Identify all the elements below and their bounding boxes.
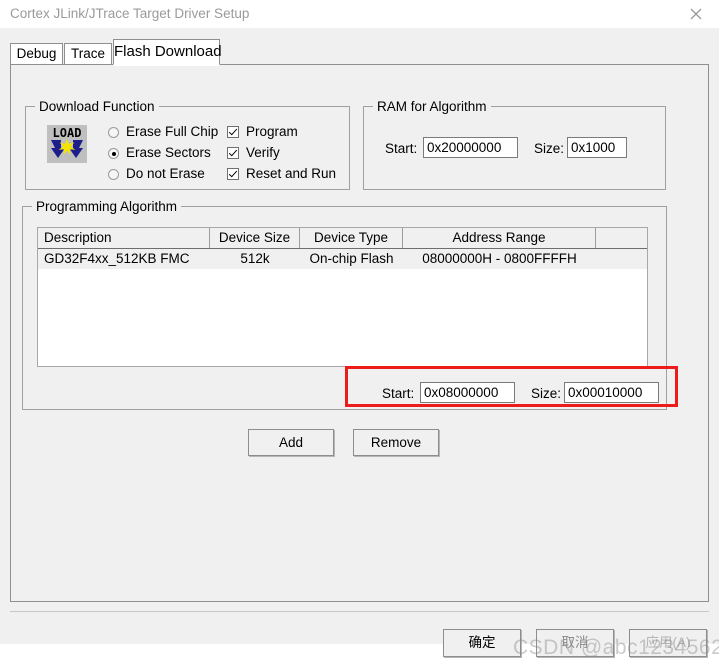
column-header-device-type[interactable]: Device Type [300,228,403,248]
checkbox-label-reset-and-run: Reset and Run [246,166,337,181]
cell-address-range: 08000000H - 0800FFFFH [422,251,577,266]
download-function-group: Download Function LOAD Erase Full Chip E… [25,99,350,190]
column-header-description[interactable]: Description [38,228,210,248]
radio-label-erase-full-chip: Erase Full Chip [126,124,219,139]
algorithm-size-label: Size: [531,386,562,401]
algorithm-start-input[interactable]: 0x08000000 [420,382,515,403]
check-mark-program [227,126,239,138]
ok-button[interactable]: 确定 [443,629,521,657]
close-glyph [690,8,702,20]
remove-button[interactable]: Remove [353,429,439,456]
cell-description: GD32F4xx_512KB FMC [44,251,190,266]
ram-size-input[interactable]: 0x1000 [567,137,627,158]
ram-start-input[interactable]: 0x20000000 [423,137,518,158]
column-header-extra[interactable] [596,228,647,248]
check-mark-verify [227,147,239,159]
tab-trace[interactable]: Trace [64,43,112,64]
column-header-device-size[interactable]: Device Size [210,228,300,248]
ram-for-algorithm-title: RAM for Algorithm [373,99,491,114]
table-header-row: Description Device Size Device Type Addr… [38,228,647,249]
programming-algorithm-group: Programming Algorithm Description Device… [22,199,667,410]
load-icon-glyph: LOAD [47,125,87,163]
apply-button[interactable]: 应用(A) [629,629,707,657]
ram-for-algorithm-group: RAM for Algorithm Start: 0x20000000 Size… [363,99,666,190]
tab-seam-mask [114,63,219,66]
svg-text:LOAD: LOAD [53,126,82,140]
radio-mark-erase-sectors [108,148,119,159]
checkbox-label-program: Program [246,124,298,139]
radio-mark-do-not-erase [108,169,119,180]
cancel-button[interactable]: 取消 [536,629,614,657]
download-function-title: Download Function [35,99,159,114]
ram-start-label: Start: [385,141,418,156]
column-header-address-range[interactable]: Address Range [403,228,596,248]
programming-algorithm-title: Programming Algorithm [32,199,182,214]
radio-mark-erase-full-chip [108,127,119,138]
add-button[interactable]: Add [248,429,334,456]
tab-debug[interactable]: Debug [10,43,63,64]
tab-strip: Debug Trace Flash Download [10,39,709,65]
cell-device-size: 512k [240,251,270,266]
programming-algorithm-table[interactable]: Description Device Size Device Type Addr… [37,227,648,367]
checkbox-label-verify: Verify [246,145,280,160]
tab-flash-download[interactable]: Flash Download [113,39,222,65]
title-bar: Cortex JLink/JTrace Target Driver Setup [0,0,719,29]
algorithm-size-input[interactable]: 0x00010000 [564,382,659,403]
window-title: Cortex JLink/JTrace Target Driver Setup [10,6,250,21]
load-icon: LOAD [45,124,89,164]
radio-label-do-not-erase: Do not Erase [126,166,205,181]
check-mark-reset-and-run [227,168,239,180]
algorithm-start-label: Start: [382,386,415,401]
dialog-body: Debug Trace Flash Download Download Func… [0,28,719,659]
radio-label-erase-sectors: Erase Sectors [126,145,211,160]
cell-device-type: On-chip Flash [309,251,394,266]
table-row[interactable]: GD32F4xx_512KB FMC 512k On-chip Flash 08… [38,249,647,269]
ram-size-label: Size: [534,141,565,156]
close-icon[interactable] [673,0,719,28]
footer-separator [10,611,709,612]
